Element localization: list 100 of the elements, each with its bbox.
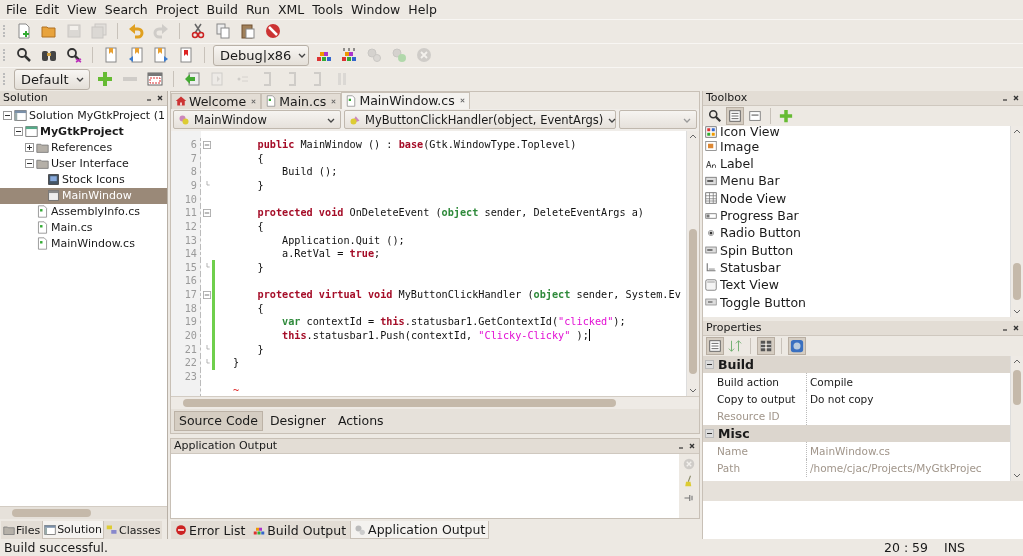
undo-icon[interactable] <box>128 23 144 40</box>
menu-item[interactable]: Project <box>151 1 203 17</box>
fold-icon[interactable] <box>202 290 211 299</box>
vertical-scrollbar[interactable] <box>686 130 699 396</box>
close-icon[interactable] <box>1012 93 1020 102</box>
panel-tab[interactable]: Solution <box>42 521 104 540</box>
toolbox-item[interactable]: Radio Button <box>705 224 1010 242</box>
toolbox-item[interactable]: Image <box>705 137 1010 155</box>
vertical-scrollbar[interactable] <box>1010 355 1023 481</box>
class-selector[interactable]: MainWindow <box>173 110 341 130</box>
stop-icon[interactable] <box>265 23 281 40</box>
tree-label[interactable]: AssemblyInfo.cs <box>51 205 140 219</box>
member-selector[interactable]: MyButtonClickHandler(object, EventArgs) <box>344 110 616 130</box>
toolbox-item[interactable]: Icon View <box>705 125 1010 138</box>
menu-item[interactable]: File <box>2 1 31 17</box>
tree-row[interactable]: User Interface <box>0 155 167 172</box>
property-value[interactable]: Do not copy <box>807 392 874 405</box>
menu-item[interactable]: Help <box>404 1 441 17</box>
view-tab[interactable]: Source Code <box>174 410 263 431</box>
expander-icon[interactable] <box>705 359 714 369</box>
rebuild-icon[interactable] <box>341 47 357 64</box>
scroll-thumb[interactable] <box>1013 262 1021 300</box>
tree-row[interactable]: Main.cs <box>0 219 167 236</box>
scissors-icon[interactable] <box>190 23 206 40</box>
plus-icon[interactable] <box>778 107 794 124</box>
horizontal-scrollbar[interactable] <box>0 506 167 520</box>
expander-icon[interactable] <box>25 143 34 153</box>
toolbox-item[interactable]: Progress Bar <box>705 206 1010 225</box>
import-icon[interactable] <box>183 71 200 88</box>
expander-icon[interactable] <box>3 111 12 121</box>
close-icon[interactable] <box>688 441 696 450</box>
toolbox-item[interactable]: Spin Button <box>705 241 1010 259</box>
tree-row[interactable]: MyGtkProject <box>0 123 167 140</box>
tree-row[interactable]: References <box>0 139 167 156</box>
toolbox-item[interactable]: Text View <box>705 276 1010 294</box>
copy-icon[interactable] <box>215 23 231 40</box>
tree-row[interactable]: AssemblyInfo.cs <box>0 203 167 220</box>
menu-item[interactable]: Window <box>347 1 405 17</box>
toolbox-item[interactable]: Menu Bar <box>705 172 1010 190</box>
paste-icon[interactable] <box>240 23 256 40</box>
tree-label[interactable]: Main.cs <box>51 221 93 235</box>
clear-search-icon[interactable] <box>66 47 82 64</box>
bookmark-icon[interactable] <box>103 47 119 64</box>
document-tab[interactable]: Main.cs <box>261 92 342 109</box>
tree-label[interactable]: Stock Icons <box>62 173 125 187</box>
configuration-dropdown[interactable]: Default <box>14 68 90 90</box>
menu-item[interactable]: Tools <box>308 1 347 17</box>
plus-icon[interactable] <box>96 71 113 88</box>
tree-label[interactable]: MyGtkProject <box>40 125 124 139</box>
search-icon[interactable] <box>707 107 723 124</box>
close-icon[interactable] <box>156 93 164 102</box>
bookmark-next-icon[interactable] <box>153 47 169 64</box>
view-tab[interactable]: Designer <box>264 410 331 431</box>
panel-tab[interactable]: Classes <box>103 521 163 540</box>
configuration-dropdown[interactable]: Debug|x86 <box>213 44 309 66</box>
menu-item[interactable]: Build <box>202 1 242 17</box>
help-icon[interactable] <box>789 337 805 354</box>
panel-tab[interactable]: Error List <box>171 521 250 540</box>
scroll-thumb[interactable] <box>12 509 91 518</box>
fold-icon[interactable] <box>202 140 211 149</box>
scroll-thumb[interactable] <box>689 229 697 375</box>
close-icon[interactable] <box>1012 323 1020 332</box>
expander-icon[interactable] <box>14 127 23 137</box>
tree-label[interactable]: References <box>51 141 113 155</box>
property-value[interactable]: Compile <box>807 375 853 388</box>
toolbox-item[interactable]: Node View <box>705 189 1010 207</box>
panel-tab[interactable]: Build Output <box>249 521 351 540</box>
menu-item[interactable]: View <box>63 1 101 17</box>
document-tab[interactable]: Welcome <box>171 92 262 109</box>
bookmark-prev-icon[interactable] <box>128 47 144 64</box>
expander-icon[interactable] <box>25 159 34 169</box>
fold-icon[interactable] <box>202 208 211 217</box>
tree-row[interactable]: MainWindow.cs <box>0 235 167 252</box>
scroll-thumb[interactable] <box>1013 369 1021 406</box>
menu-item[interactable]: Search <box>100 1 152 17</box>
columns-icon[interactable] <box>758 337 774 354</box>
menu-item[interactable]: Edit <box>30 1 64 17</box>
tree-label[interactable]: User Interface <box>51 157 129 171</box>
list-view-icon[interactable] <box>727 107 743 124</box>
tree-label[interactable]: Solution MyGtkProject (1 <box>29 109 165 123</box>
tree-label[interactable]: MainWindow.cs <box>51 237 135 251</box>
window-layout-icon[interactable] <box>146 71 163 88</box>
document-tab[interactable]: MainWindow.cs <box>341 91 470 109</box>
menu-item[interactable]: XML <box>273 1 309 17</box>
panel-tab[interactable]: Files <box>1 521 43 540</box>
sort-icon[interactable] <box>727 337 743 354</box>
tree-row[interactable]: Solution MyGtkProject (1 <box>0 107 167 124</box>
open-folder-icon[interactable] <box>41 23 57 40</box>
expander-icon[interactable] <box>705 429 714 439</box>
view-tab[interactable]: Actions <box>332 410 389 431</box>
list-view-icon[interactable] <box>707 337 723 354</box>
panel-tab[interactable]: Application Output <box>350 521 490 540</box>
search-icon[interactable] <box>16 47 32 64</box>
toolbox-item[interactable]: Label <box>705 155 1010 173</box>
bookmark-clear-icon[interactable] <box>178 47 194 64</box>
toolbox-item[interactable]: Statusbar <box>705 258 1010 277</box>
toolbox-item[interactable]: Toggle Button <box>705 293 1010 311</box>
tree-row[interactable]: Stock Icons <box>0 171 167 188</box>
menu-item[interactable]: Run <box>241 1 274 17</box>
scroll-thumb[interactable] <box>183 398 617 407</box>
